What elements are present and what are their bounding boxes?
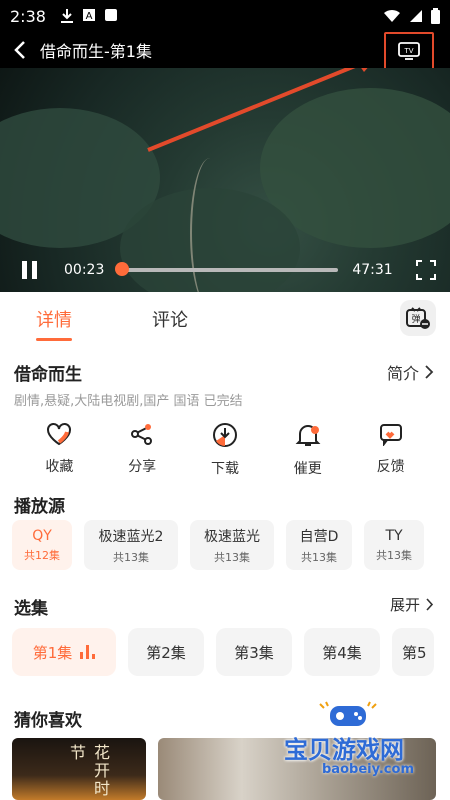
favorite-label: 收藏 — [45, 459, 74, 475]
show-title: 借命而生 — [14, 365, 82, 385]
episodes-title: 选集 — [14, 599, 48, 619]
episode-item[interactable]: 第1集 — [12, 628, 116, 676]
duration: 47:31 — [352, 262, 393, 278]
source-count: 共13集 — [113, 550, 149, 564]
source-count: 共12集 — [24, 548, 60, 562]
recommend-title: 猜你喜欢 — [14, 711, 82, 731]
tab-details[interactable]: 详情 — [36, 306, 72, 341]
episode-list: 第1集 第2集 第3集 第4集 第5 — [12, 628, 434, 676]
watermark: 宝贝游戏网 baobeiy.com — [278, 700, 448, 790]
signal-icon — [410, 10, 422, 22]
player-top-bar: 借命而生-第1集 TV — [0, 32, 450, 70]
square-status-icon — [104, 9, 117, 21]
recommend-thumbnail[interactable]: 花开时节 — [12, 738, 146, 800]
gamepad-icon — [319, 701, 377, 726]
tab-comments[interactable]: 评论 — [152, 306, 188, 332]
cast-to-tv-button[interactable]: TV — [384, 32, 434, 70]
urge-update-button[interactable]: 催更 — [278, 422, 338, 478]
source-count: 共13集 — [214, 550, 250, 564]
svg-text:A: A — [86, 11, 93, 22]
source-name: 极速蓝光 — [204, 528, 260, 545]
download-status-icon — [60, 9, 73, 23]
download-label: 下载 — [210, 461, 239, 477]
episode-label: 第1集 — [32, 643, 73, 662]
intro-label: 简介 — [386, 364, 419, 383]
battery-icon — [431, 8, 440, 24]
episode-label: 第2集 — [146, 643, 186, 662]
source-item[interactable]: 极速蓝光2 共13集 — [84, 520, 178, 570]
pause-button[interactable] — [22, 261, 42, 279]
progress-bar[interactable] — [114, 262, 339, 276]
back-arrow-icon — [14, 41, 25, 59]
show-tags: 剧情,悬疑,大陆电视剧,国产 国语 已完结 — [14, 394, 243, 409]
action-row: 收藏 分享 下载 催更 反馈 — [0, 422, 450, 478]
feedback-button[interactable]: 反馈 — [361, 422, 421, 478]
episode-item[interactable]: 第5 — [392, 628, 434, 676]
heart-icon — [47, 423, 72, 446]
episode-item[interactable]: 第2集 — [128, 628, 204, 676]
thumbnail-title: 花开时节 — [67, 744, 110, 798]
status-bar: 2:38 A — [0, 0, 450, 32]
episode-title: 借命而生-第1集 — [40, 42, 152, 61]
share-icon — [131, 424, 153, 445]
expand-episodes-button[interactable]: 展开 — [390, 594, 434, 615]
source-item[interactable]: 极速蓝光 共13集 — [190, 520, 274, 570]
download-button[interactable]: 下载 — [195, 422, 255, 478]
feedback-label: 反馈 — [376, 459, 405, 475]
favorite-button[interactable]: 收藏 — [29, 422, 89, 478]
urge-update-label: 催更 — [293, 461, 322, 477]
watermark-text: 宝贝游戏网 — [284, 736, 404, 764]
share-button[interactable]: 分享 — [112, 422, 172, 478]
episode-label: 第3集 — [234, 643, 274, 662]
source-name: 极速蓝光2 — [98, 528, 164, 545]
playing-bars-icon — [80, 645, 96, 659]
danmaku-icon: 弹 — [406, 307, 430, 329]
svg-text:弹: 弹 — [411, 313, 420, 325]
status-time: 2:38 — [10, 6, 46, 26]
back-button[interactable] — [0, 32, 40, 68]
fullscreen-icon[interactable] — [415, 259, 437, 281]
sources-title: 播放源 — [14, 497, 65, 517]
watermark-url: baobeiy.com — [322, 762, 414, 777]
share-label: 分享 — [128, 459, 157, 475]
episode-item[interactable]: 第3集 — [216, 628, 292, 676]
expand-label: 展开 — [389, 596, 420, 614]
source-list: QY 共12集 极速蓝光2 共13集 极速蓝光 共13集 自营D 共13集 TY… — [12, 520, 424, 570]
episode-label: 第5 — [402, 643, 427, 662]
player-controls: 00:23 47:31 — [0, 252, 450, 288]
source-count: 共13集 — [376, 548, 412, 562]
source-item[interactable]: 自营D 共13集 — [286, 520, 352, 570]
source-item[interactable]: QY 共12集 — [12, 520, 72, 570]
source-name: QY — [32, 527, 52, 544]
tv-icon: TV — [398, 42, 420, 60]
bell-icon — [295, 425, 321, 446]
danmaku-toggle-button[interactable]: 弹 — [400, 300, 436, 336]
a-status-icon: A — [82, 9, 95, 22]
episode-label: 第4集 — [322, 643, 362, 662]
chevron-right-icon — [426, 598, 434, 611]
video-frame[interactable]: 00:23 47:31 — [0, 68, 450, 292]
current-time: 00:23 — [64, 262, 105, 278]
download-icon — [212, 423, 237, 447]
episode-item[interactable]: 第4集 — [304, 628, 380, 676]
wifi-icon — [384, 9, 400, 22]
progress-handle[interactable] — [114, 262, 129, 276]
source-name: TY — [385, 527, 403, 544]
source-count: 共13集 — [301, 550, 337, 564]
chevron-right-icon — [425, 365, 434, 379]
feedback-icon — [379, 424, 402, 446]
source-item[interactable]: TY 共13集 — [364, 520, 424, 570]
intro-link[interactable]: 简介 — [387, 360, 434, 384]
tab-bar: 详情 评论 弹 — [0, 292, 450, 344]
source-name: 自营D — [299, 528, 339, 545]
svg-text:TV: TV — [403, 47, 413, 55]
